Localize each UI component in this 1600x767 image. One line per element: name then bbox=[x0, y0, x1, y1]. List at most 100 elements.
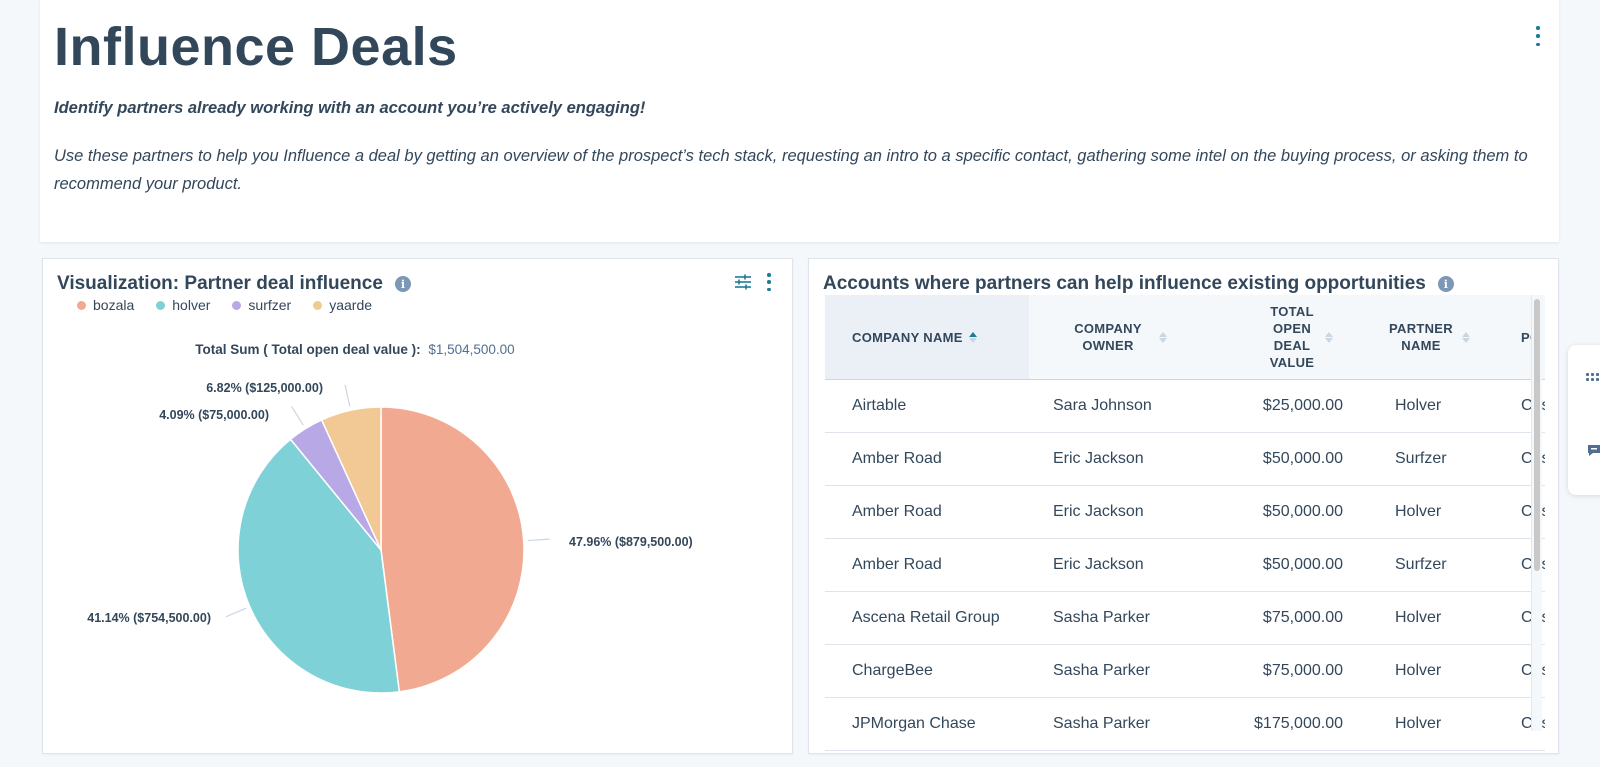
table-cell: Eric Jackson bbox=[1029, 485, 1201, 539]
legend-label: holver bbox=[172, 297, 211, 313]
table-cell: Holver bbox=[1357, 591, 1485, 645]
sort-arrows-icon bbox=[968, 331, 977, 343]
vertical-dots-icon bbox=[767, 273, 771, 277]
legend-item-holver[interactable]: holver bbox=[156, 297, 210, 313]
vertical-dots-icon-dot bbox=[767, 287, 771, 291]
info-icon[interactable]: i bbox=[1437, 276, 1454, 292]
table-cell: Sara Johnson bbox=[1029, 379, 1201, 433]
column-header-partner-name[interactable]: PARTNER NAME bbox=[1357, 295, 1485, 380]
table-cell: Holver bbox=[1357, 644, 1485, 698]
table-cell: JPMorgan Chase bbox=[825, 697, 1029, 751]
table-cell: Airtable bbox=[825, 379, 1029, 433]
chat-icon[interactable] bbox=[1586, 443, 1600, 459]
table-header-row: COMPANY NAME COMPANY OWNER TOTAL OPEN DE… bbox=[825, 295, 1545, 380]
table-cell: Sasha Parker bbox=[1029, 644, 1201, 698]
pie-slice-bozala[interactable] bbox=[380, 406, 525, 693]
visualization-title-text: Visualization: Partner deal influence bbox=[57, 273, 383, 294]
column-header-company-name[interactable]: COMPANY NAME bbox=[825, 295, 1029, 380]
table-cell: Eric Jackson bbox=[1029, 432, 1201, 486]
legend-label: bozala bbox=[93, 297, 135, 313]
visualization-toolbar bbox=[734, 273, 772, 291]
table-cell: Sasha Parker bbox=[1029, 697, 1201, 751]
table-scrollbar[interactable] bbox=[1531, 295, 1542, 731]
table-cell: Surfzer bbox=[1357, 432, 1485, 486]
table-cell: Surfzer bbox=[1357, 538, 1485, 592]
accounts-table-card: Accounts where partners can help influen… bbox=[808, 258, 1559, 754]
side-help-widget bbox=[1568, 345, 1600, 495]
pie-data-label-holver: 41.14% ($754,500.00) bbox=[87, 611, 211, 625]
pie-label-leader-bozala bbox=[527, 538, 550, 542]
table-cell: $175,000.00 bbox=[1201, 697, 1357, 751]
table-row[interactable]: ChargeBeeSasha Parker$75,000.00HolverCus bbox=[825, 644, 1545, 698]
vertical-dots-icon-dot bbox=[1536, 42, 1540, 46]
table-cell: Amber Road bbox=[825, 538, 1029, 592]
vertical-dots-icon-dot bbox=[767, 280, 771, 284]
accounts-table-viewport: COMPANY NAME COMPANY OWNER TOTAL OPEN DE… bbox=[825, 295, 1545, 751]
table-row[interactable]: Amber RoadEric Jackson$50,000.00SurfzerC… bbox=[825, 432, 1545, 486]
visualization-card: Total Sum ( Total open deal value ): $1,… bbox=[42, 258, 793, 754]
sliders-icon[interactable] bbox=[734, 273, 752, 291]
sort-arrows-icon bbox=[1462, 331, 1470, 343]
legend-swatch bbox=[232, 300, 242, 310]
table-row[interactable]: Amber RoadEric Jackson$50,000.00HolverCu… bbox=[825, 485, 1545, 539]
column-header-label: COMPANY NAME bbox=[852, 329, 963, 345]
table-cell: Ascena Retail Group bbox=[825, 591, 1029, 645]
info-icon[interactable]: i bbox=[394, 276, 411, 292]
table-cell: Holver bbox=[1357, 485, 1485, 539]
chart-total-caption: Total Sum ( Total open deal value ): bbox=[195, 342, 420, 357]
table-cell: Holver bbox=[1357, 697, 1485, 751]
table-cell: $75,000.00 bbox=[1201, 644, 1357, 698]
visualization-title: Visualization: Partner deal influence i bbox=[57, 273, 411, 295]
table-scrollbar-thumb[interactable] bbox=[1534, 299, 1540, 571]
chart-total-label: Total Sum ( Total open deal value ): $1,… bbox=[195, 342, 514, 357]
pie-chart: Total Sum ( Total open deal value ): $1,… bbox=[87, 342, 693, 694]
pie-data-label-bozala: 47.96% ($879,500.00) bbox=[569, 535, 693, 549]
table-cell: Amber Road bbox=[825, 432, 1029, 486]
pie-label-leader-holver bbox=[225, 607, 247, 618]
pie-label-leader-surfzer bbox=[291, 406, 304, 426]
legend-label: yaarde bbox=[329, 297, 373, 313]
table-row[interactable]: JPMorgan Chase Sasha Parker $175,000.00 Hol… bbox=[825, 697, 1545, 751]
sort-arrows-icon bbox=[1325, 331, 1333, 343]
header-menu-button[interactable] bbox=[1533, 26, 1543, 46]
table-cell: Amber Road bbox=[825, 485, 1029, 539]
chart-total-value: $1,504,500.00 bbox=[428, 342, 514, 357]
vertical-dots-icon bbox=[1536, 26, 1540, 30]
table-row[interactable]: Ascena Retail Group Sasha Parker $75,000.0… bbox=[825, 591, 1545, 645]
vertical-dots-icon-dot bbox=[1536, 34, 1540, 38]
chart-legend: bozala holver surfzer yaarde bbox=[77, 297, 372, 313]
column-header-label: TOTAL OPEN DEAL VALUE bbox=[1269, 304, 1315, 370]
column-header-label: COMPANY OWNER bbox=[1074, 321, 1142, 353]
legend-swatch bbox=[156, 300, 166, 310]
accounts-table-title: Accounts where partners can help influen… bbox=[823, 273, 1454, 295]
table-cell: $50,000.00 bbox=[1201, 538, 1357, 592]
legend-label: surfzer bbox=[248, 297, 292, 313]
table-cell: Eric Jackson bbox=[1029, 538, 1201, 592]
pie-data-label-yaarde: 6.82% ($125,000.00) bbox=[206, 381, 323, 395]
table-body: AirtableSara Johnson$25,000.00HolverCusA… bbox=[825, 379, 1545, 751]
legend-swatch bbox=[313, 300, 323, 310]
legend-item-bozala[interactable]: bozala bbox=[77, 297, 134, 313]
table-cell: $50,000.00 bbox=[1201, 485, 1357, 539]
visualization-menu-button[interactable] bbox=[766, 273, 772, 291]
table-row[interactable]: AirtableSara Johnson$25,000.00HolverCus bbox=[825, 379, 1545, 433]
legend-item-yaarde[interactable]: yaarde bbox=[313, 297, 372, 313]
table-cell: Holver bbox=[1357, 379, 1485, 433]
table-cell: $25,000.00 bbox=[1201, 379, 1357, 433]
table-cell: ChargeBee bbox=[825, 644, 1029, 698]
legend-item-surfzer[interactable]: surfzer bbox=[232, 297, 291, 313]
table-row[interactable]: Amber RoadEric Jackson$50,000.00SurfzerC… bbox=[825, 538, 1545, 592]
column-header-company-owner[interactable]: COMPANY OWNER bbox=[1029, 295, 1201, 380]
page-title: Influence Deals bbox=[54, 17, 458, 77]
header-card: Influence Deals Identify partners alread… bbox=[40, 0, 1559, 242]
accounts-table: COMPANY NAME COMPANY OWNER TOTAL OPEN DE… bbox=[825, 295, 1545, 751]
column-header-label: PARTNER NAME bbox=[1389, 321, 1453, 353]
pie-label-leader-yaarde bbox=[344, 384, 351, 407]
sort-arrows-icon bbox=[1159, 331, 1167, 343]
table-cell: $50,000.00 bbox=[1201, 432, 1357, 486]
grid-icon[interactable] bbox=[1586, 373, 1599, 381]
table-cell: $75,000.00 bbox=[1201, 591, 1357, 645]
column-header-total-open-deal-value[interactable]: TOTAL OPEN DEAL VALUE bbox=[1201, 295, 1357, 380]
page-subtitle: Identify partners already working with a… bbox=[54, 99, 646, 117]
pie-data-label-surfzer: 4.09% ($75,000.00) bbox=[159, 408, 269, 422]
